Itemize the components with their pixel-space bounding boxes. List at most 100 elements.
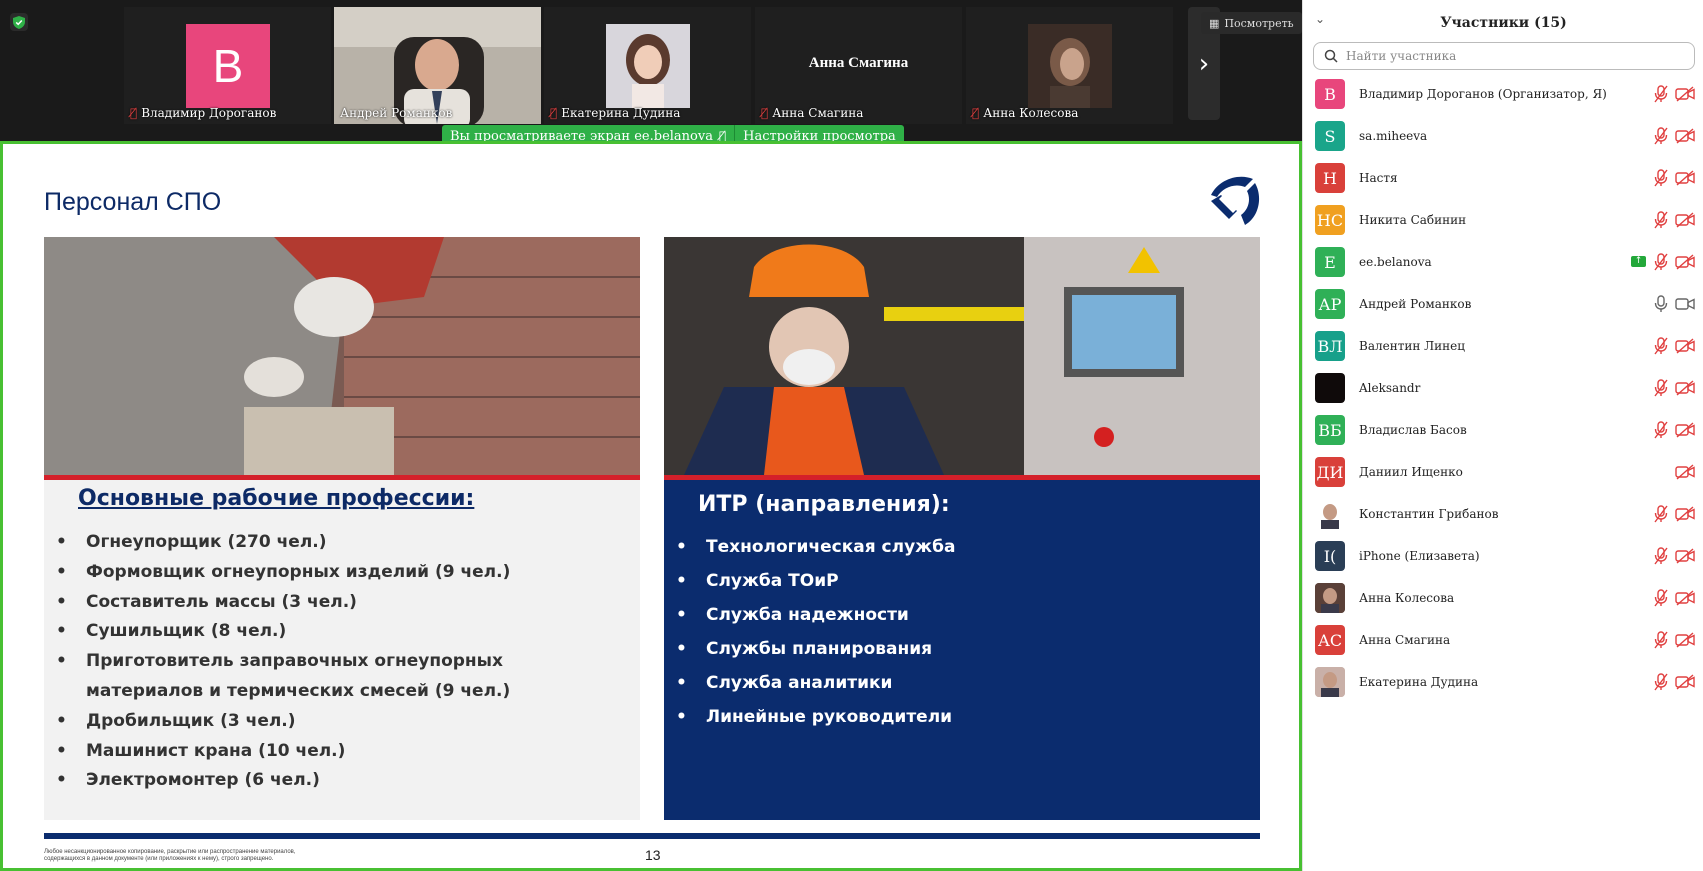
avatar: ВБ	[1315, 415, 1345, 445]
participant-name: Екатерина Дудина	[1359, 675, 1479, 689]
mic-muted-icon[interactable]	[1653, 631, 1669, 649]
mic-muted-icon[interactable]	[1653, 169, 1669, 187]
avatar	[1315, 667, 1345, 697]
participant-row[interactable]: ДИ Даниил Ищенко	[1303, 452, 1703, 494]
camera-off-icon[interactable]	[1675, 338, 1695, 354]
professions-list: Огнеупорщик (270 чел.) Формовщик огнеупо…	[56, 528, 616, 796]
video-tile[interactable]: В 🎙̸ Владимир Дороганов	[124, 7, 331, 124]
list-item: Огнеупорщик (270 чел.)	[56, 528, 616, 558]
mic-muted-icon[interactable]	[1653, 505, 1669, 523]
mic-muted-icon[interactable]	[1653, 379, 1669, 397]
participant-row[interactable]: АР Андрей Романков	[1303, 284, 1703, 326]
participant-name: Владимир Дороганов (Организатор, Я)	[1359, 87, 1607, 101]
video-tile[interactable]: 🎙̸ Анна Колесова	[966, 7, 1173, 124]
screen-share-icon: ↑	[1631, 256, 1646, 267]
mic-muted-icon: 🎙̸	[550, 106, 558, 120]
camera-off-icon[interactable]	[1675, 548, 1695, 564]
camera-off-icon[interactable]	[1675, 212, 1695, 228]
mic-muted-icon[interactable]	[1653, 127, 1669, 145]
mic-muted-icon[interactable]	[1653, 673, 1669, 691]
participant-row[interactable]: ВЛ Валентин Линец	[1303, 326, 1703, 368]
mic-icon[interactable]	[1653, 295, 1669, 313]
panel-heading: ИТР (направления):	[698, 492, 950, 517]
avatar: I(	[1315, 541, 1345, 571]
participant-name: iPhone (Елизавета)	[1359, 549, 1480, 563]
avatar: В	[1315, 79, 1345, 109]
participant-name: Анна Колесова	[1359, 591, 1455, 605]
participant-name: Даниил Ищенко	[1359, 465, 1463, 479]
grid-icon: ▦	[1209, 16, 1220, 30]
mic-muted-icon: 🎙̸	[761, 106, 769, 120]
participant-name: Aleksandr	[1359, 381, 1421, 395]
mic-muted-icon[interactable]	[1653, 547, 1669, 565]
participant-search[interactable]	[1313, 42, 1695, 70]
view-button[interactable]: ▦ Посмотреть	[1201, 12, 1302, 34]
participant-row[interactable]: Анна Колесова	[1303, 578, 1703, 620]
avatar	[1315, 373, 1345, 403]
security-shield-icon[interactable]	[10, 13, 28, 31]
slide-footnote: Любое несанкционированное копирование, р…	[44, 849, 296, 862]
participant-row[interactable]: АС Анна Смагина	[1303, 620, 1703, 662]
list-item: Служба аналитики	[676, 666, 1236, 700]
participant-row[interactable]: Константин Грибанов	[1303, 494, 1703, 536]
tile-name-label: 🎙̸ Анна Колесова	[972, 106, 1079, 120]
participant-name: Настя	[1359, 171, 1398, 185]
participants-title: Участники (15)	[1440, 15, 1567, 31]
mic-muted-icon[interactable]	[1653, 211, 1669, 229]
camera-off-icon[interactable]	[1675, 422, 1695, 438]
camera-icon[interactable]	[1675, 296, 1695, 312]
camera-off-icon[interactable]	[1675, 590, 1695, 606]
participant-row[interactable]: Н Настя	[1303, 158, 1703, 200]
participant-row[interactable]: В Владимир Дороганов (Организатор, Я)	[1303, 74, 1703, 116]
mic-muted-icon[interactable]	[1653, 253, 1669, 271]
participants-header: ⌄ Участники (15)	[1303, 0, 1703, 42]
tile-name-label: 🎙̸ Екатерина Дудина	[550, 106, 681, 120]
list-item: Приготовитель заправочных огнеупорных ма…	[56, 647, 616, 707]
participant-row[interactable]: ВБ Владислав Басов	[1303, 410, 1703, 452]
camera-off-icon[interactable]	[1675, 254, 1695, 270]
camera-off-icon[interactable]	[1675, 632, 1695, 648]
avatar	[1315, 499, 1345, 529]
engineering-directions-panel: ИТР (направления): Технологическая служб…	[664, 480, 1260, 820]
mic-muted-icon[interactable]	[1653, 589, 1669, 607]
camera-off-icon[interactable]	[1675, 464, 1695, 480]
search-input[interactable]	[1346, 49, 1676, 63]
mic-muted-icon: 🎙̸	[972, 106, 980, 120]
avatar: АР	[1315, 289, 1345, 319]
video-tile[interactable]: 🎙̸ Екатерина Дудина	[544, 7, 751, 124]
mic-muted-icon[interactable]	[1653, 337, 1669, 355]
camera-off-icon[interactable]	[1675, 170, 1695, 186]
participant-row[interactable]: НС Никита Сабинин	[1303, 200, 1703, 242]
video-tile-active[interactable]: Андрей Романков	[334, 7, 541, 124]
list-item: Электромонтер (6 чел.)	[56, 766, 616, 796]
tile-center-name: Анна Смагина	[808, 55, 909, 71]
participant-row[interactable]: Екатерина Дудина	[1303, 662, 1703, 704]
participant-row[interactable]: Aleksandr	[1303, 368, 1703, 410]
camera-off-icon[interactable]	[1675, 380, 1695, 396]
mic-muted-icon[interactable]	[1653, 85, 1669, 103]
camera-off-icon[interactable]	[1675, 674, 1695, 690]
camera-off-icon[interactable]	[1675, 506, 1695, 522]
list-item: Составитель массы (3 чел.)	[56, 588, 616, 618]
participant-row[interactable]: Ssa.miheeva	[1303, 116, 1703, 158]
participant-row[interactable]: Eee.belanova ↑	[1303, 242, 1703, 284]
list-item: Машинист крана (10 чел.)	[56, 737, 616, 767]
slide-page-number: 13	[645, 847, 661, 863]
video-tile[interactable]: Анна Смагина 🎙̸ Анна Смагина	[755, 7, 962, 124]
participant-name: Андрей Романков	[1359, 297, 1472, 311]
participant-name: Никита Сабинин	[1359, 213, 1467, 227]
list-item: Технологическая служба	[676, 530, 1236, 564]
list-item: Сушильщик (8 чел.)	[56, 617, 616, 647]
avatar: Н	[1315, 163, 1345, 193]
mic-muted-icon: 🎙̸	[130, 106, 138, 120]
mic-muted-icon[interactable]	[1653, 421, 1669, 439]
slide-title: Персонал СПО	[44, 188, 222, 216]
tile-name-label: Андрей Романков	[340, 106, 453, 120]
avatar: E	[1315, 247, 1345, 277]
tile-name-label: 🎙̸ Владимир Дороганов	[130, 106, 277, 120]
camera-off-icon[interactable]	[1675, 128, 1695, 144]
participant-row[interactable]: I( iPhone (Елизавета)	[1303, 536, 1703, 578]
list-item: Службы планирования	[676, 632, 1236, 666]
camera-off-icon[interactable]	[1675, 86, 1695, 102]
participant-name: Анна Смагина	[1359, 633, 1451, 647]
